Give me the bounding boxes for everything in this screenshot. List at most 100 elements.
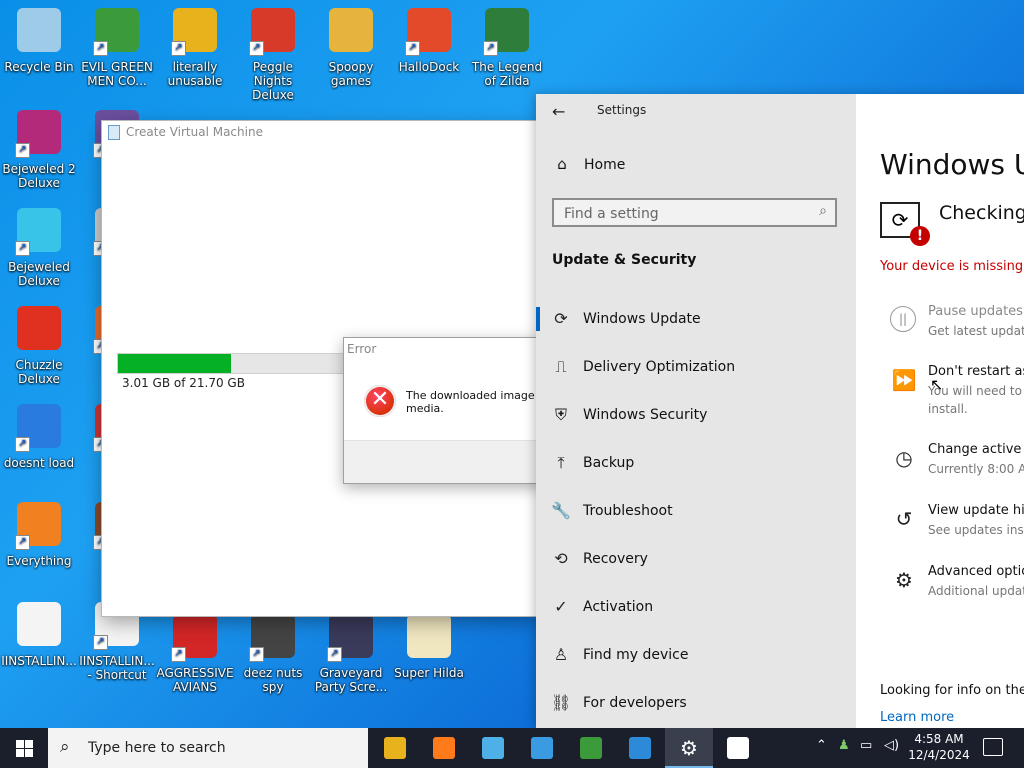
green-men-taskbar-icon <box>580 737 602 759</box>
error-dialog-button-area <box>344 440 544 483</box>
start-button[interactable] <box>0 728 48 768</box>
desktop-shortcut[interactable]: ↗ deez nuts spy <box>234 612 312 694</box>
learn-more-link[interactable]: Learn more <box>880 710 954 725</box>
store-icon <box>629 737 651 759</box>
desktop-shortcut-label: Super Hilda <box>394 666 464 680</box>
taskbar-app[interactable] <box>371 728 419 768</box>
taskbar-search-text: Type here to search <box>88 740 226 756</box>
green-men-icon: ↗ <box>93 8 141 56</box>
desktop-shortcut-label: Spoopy games <box>328 60 374 88</box>
nav-item[interactable]: ⛨ Windows Security <box>536 391 856 439</box>
desktop-shortcut-label: Bejeweled 2 Deluxe <box>2 162 76 190</box>
firefox-icon <box>433 737 455 759</box>
chrome-icon: ↗ <box>171 8 219 56</box>
missing-updates-warning: Your device is missing i <box>880 259 1024 274</box>
desktop-shortcut[interactable]: ↗ HalloDock <box>390 6 468 74</box>
chevron-up-icon[interactable]: ⌃ <box>816 738 827 753</box>
update-option-title: Advanced optio <box>928 564 1024 579</box>
create-vm-titlebar[interactable]: Create Virtual Machine <box>102 121 538 143</box>
icon-art <box>17 8 61 52</box>
desktop-shortcut-label: EVIL GREEN MEN CO... <box>81 60 153 88</box>
taskbar-app[interactable] <box>714 728 762 768</box>
settings-app-title: Settings <box>597 103 647 117</box>
desktop-shortcut[interactable]: ↗ Bejeweled Deluxe <box>0 206 78 288</box>
nav-item[interactable]: ⤒ Backup <box>536 439 856 487</box>
system-tray: ⌃ ♟ ▭ ◁) <box>814 728 904 768</box>
clock-date: 12/4/2024 <box>908 748 970 762</box>
icon-art <box>407 614 451 658</box>
nav-home-label: Home <box>584 157 626 173</box>
taskbar-app[interactable] <box>616 728 664 768</box>
clock-time: 4:58 AM <box>914 732 964 746</box>
desktop-shortcut[interactable]: ↗ literally unusable <box>156 6 234 88</box>
update-option-subtitle-line: install. <box>928 402 968 416</box>
bejeweled-icon: ↗ <box>15 208 63 256</box>
nav-item[interactable]: ⟳ Windows Update <box>536 295 856 343</box>
error-message-line1: The downloaded image c <box>406 389 545 402</box>
volume-icon[interactable]: ◁) <box>884 738 899 753</box>
backup-icon: ⤒ <box>557 453 565 472</box>
desktop-shortcut[interactable]: Chuzzle Deluxe <box>0 304 78 386</box>
settings-window[interactable]: ← Settings ⌂ Home ⌕ Update & Security ⟳ Wi… <box>536 94 1024 728</box>
error-dialog[interactable]: Error ✕ The downloaded image c media. <box>343 337 545 484</box>
desktop-shortcut[interactable]: ↗ EVIL GREEN MEN CO... <box>78 6 156 88</box>
back-arrow-icon[interactable]: ← <box>552 102 565 121</box>
notification-icon[interactable] <box>983 738 1003 756</box>
nav-item[interactable]: 🔧 Troubleshoot <box>536 487 856 535</box>
nav-item[interactable]: ♙ Find my device <box>536 631 856 679</box>
desktop-shortcut[interactable]: ↗ The Legend of Zilda <box>468 6 546 88</box>
taskbar-app[interactable] <box>567 728 615 768</box>
person-tray-icon[interactable]: ♟ <box>838 738 850 753</box>
sync-icon: ⟳ <box>554 309 568 328</box>
icon-art <box>329 8 373 52</box>
network-icon[interactable]: ▭ <box>860 738 872 753</box>
progress-fill <box>118 354 231 373</box>
desktop-shortcut[interactable]: ↗ AGGRESSIVE AVIANS <box>156 612 234 694</box>
thunderbird-icon: ↗ <box>15 404 63 452</box>
desktop-shortcut[interactable]: Spoopy games <box>312 6 390 88</box>
desktop-shortcut[interactable]: ↗ Bejeweled 2 Deluxe <box>0 108 78 190</box>
shortcut-arrow-icon: ↗ <box>327 647 342 662</box>
desktop-shortcut[interactable]: Recycle Bin <box>0 6 78 74</box>
taskbar-app[interactable]: ⚙ <box>665 728 713 768</box>
shortcut-arrow-icon: ↗ <box>15 437 30 452</box>
desktop-shortcut-label: deez nuts spy <box>243 666 303 694</box>
taskbar-app[interactable] <box>469 728 517 768</box>
update-option-subtitle: Get latest update <box>928 322 1024 340</box>
desktop-shortcut-label: Recycle Bin <box>4 60 74 74</box>
update-option-subtitle-line: Get latest update <box>928 324 1024 338</box>
settings-search-box[interactable]: ⌕ <box>552 198 837 227</box>
error-dialog-title: Error <box>347 342 377 356</box>
nav-item[interactable]: ⛓ For developers <box>536 679 856 727</box>
nav-item-label: For developers <box>583 695 687 711</box>
update-status-text: Checking <box>939 202 1024 224</box>
nav-item[interactable]: ✓ Activation <box>536 583 856 631</box>
settings-search-input[interactable] <box>554 200 806 227</box>
update-option-title: Change active h <box>928 442 1024 457</box>
nav-item[interactable]: ⟲ Recovery <box>536 535 856 583</box>
vm-app-icon <box>108 125 120 140</box>
update-option-subtitle: Additional updat <box>928 582 1024 600</box>
shortcut-arrow-icon: ↗ <box>15 143 30 158</box>
search-icon: ⌕ <box>60 737 70 757</box>
desktop-shortcut[interactable]: IINSTALLIN... <box>0 600 78 668</box>
taskbar-app[interactable] <box>420 728 468 768</box>
user-app-icon <box>727 737 749 759</box>
desktop-shortcut[interactable]: ↗ doesnt load <box>0 402 78 470</box>
nav-item[interactable]: ⎍ Delivery Optimization <box>536 343 856 391</box>
desktop-shortcut[interactable]: ↗ Everything <box>0 500 78 568</box>
clock[interactable]: 4:58 AM 12/4/2024 <box>905 731 973 763</box>
taskbar-app[interactable] <box>518 728 566 768</box>
desktop-shortcut[interactable]: ↗ Peggle Nights Deluxe <box>234 6 312 102</box>
nav-home[interactable]: ⌂ Home <box>552 155 625 173</box>
desktop-shortcut-label: literally unusable <box>167 60 223 88</box>
shield-icon: ⛨ <box>554 405 567 424</box>
hilda-icon <box>405 614 453 662</box>
desktop-shortcut[interactable]: ↗ Graveyard Party Scre... <box>312 612 390 694</box>
taskbar-search-box[interactable]: ⌕ Type here to search <box>48 728 368 768</box>
nav-item-label: Recovery <box>583 551 648 567</box>
desktop-shortcut[interactable]: Super Hilda <box>390 612 468 680</box>
search-icon[interactable]: ⌕ <box>819 203 827 219</box>
check-circle-icon: ✓ <box>554 597 568 616</box>
nav-item-label: Delivery Optimization <box>583 359 736 375</box>
